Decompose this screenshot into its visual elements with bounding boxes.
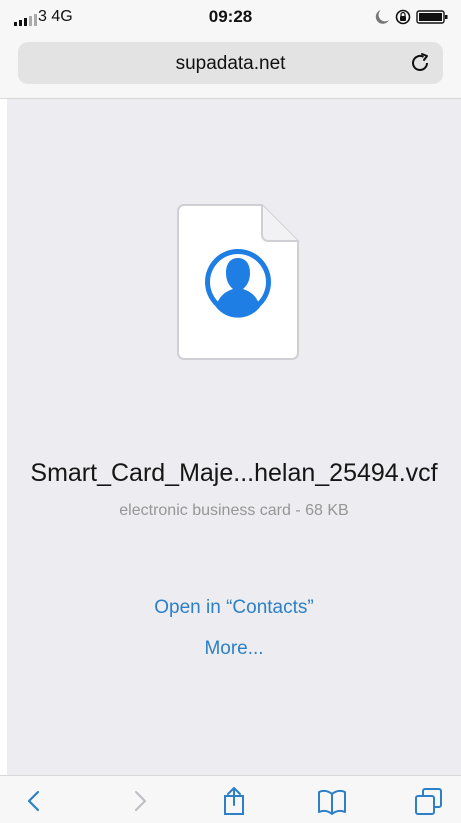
rotation-lock-icon	[395, 9, 411, 25]
status-icons	[375, 9, 448, 25]
url-text: supadata.net	[175, 53, 286, 74]
reload-icon[interactable]	[408, 51, 432, 75]
status-bar: 3 4G 09:28	[0, 0, 461, 32]
safari-download-screen: 3 4G 09:28 supadata.net Smart_Card_Maje.…	[0, 0, 461, 823]
contact-card-file-icon	[177, 204, 299, 360]
forward-icon[interactable]	[123, 786, 157, 816]
bookmarks-icon[interactable]	[315, 786, 349, 816]
address-bar[interactable]: supadata.net	[18, 42, 443, 84]
back-icon[interactable]	[18, 786, 52, 816]
more-link[interactable]: More...	[7, 638, 461, 660]
file-type-size: electronic business card - 68 KB	[119, 502, 349, 519]
battery-icon	[416, 10, 448, 24]
open-in-contacts-link[interactable]: Open in “Contacts”	[7, 597, 461, 619]
file-name: Smart_Card_Maje...helan_25494.vcf	[30, 459, 438, 487]
moon-icon	[375, 10, 389, 24]
download-content: Smart_Card_Maje...helan_25494.vcf electr…	[7, 99, 461, 775]
bottom-toolbar	[0, 775, 461, 823]
share-icon[interactable]	[217, 786, 251, 816]
top-bar: 3 4G 09:28 supadata.net	[0, 0, 461, 99]
tabs-icon[interactable]	[412, 786, 446, 816]
